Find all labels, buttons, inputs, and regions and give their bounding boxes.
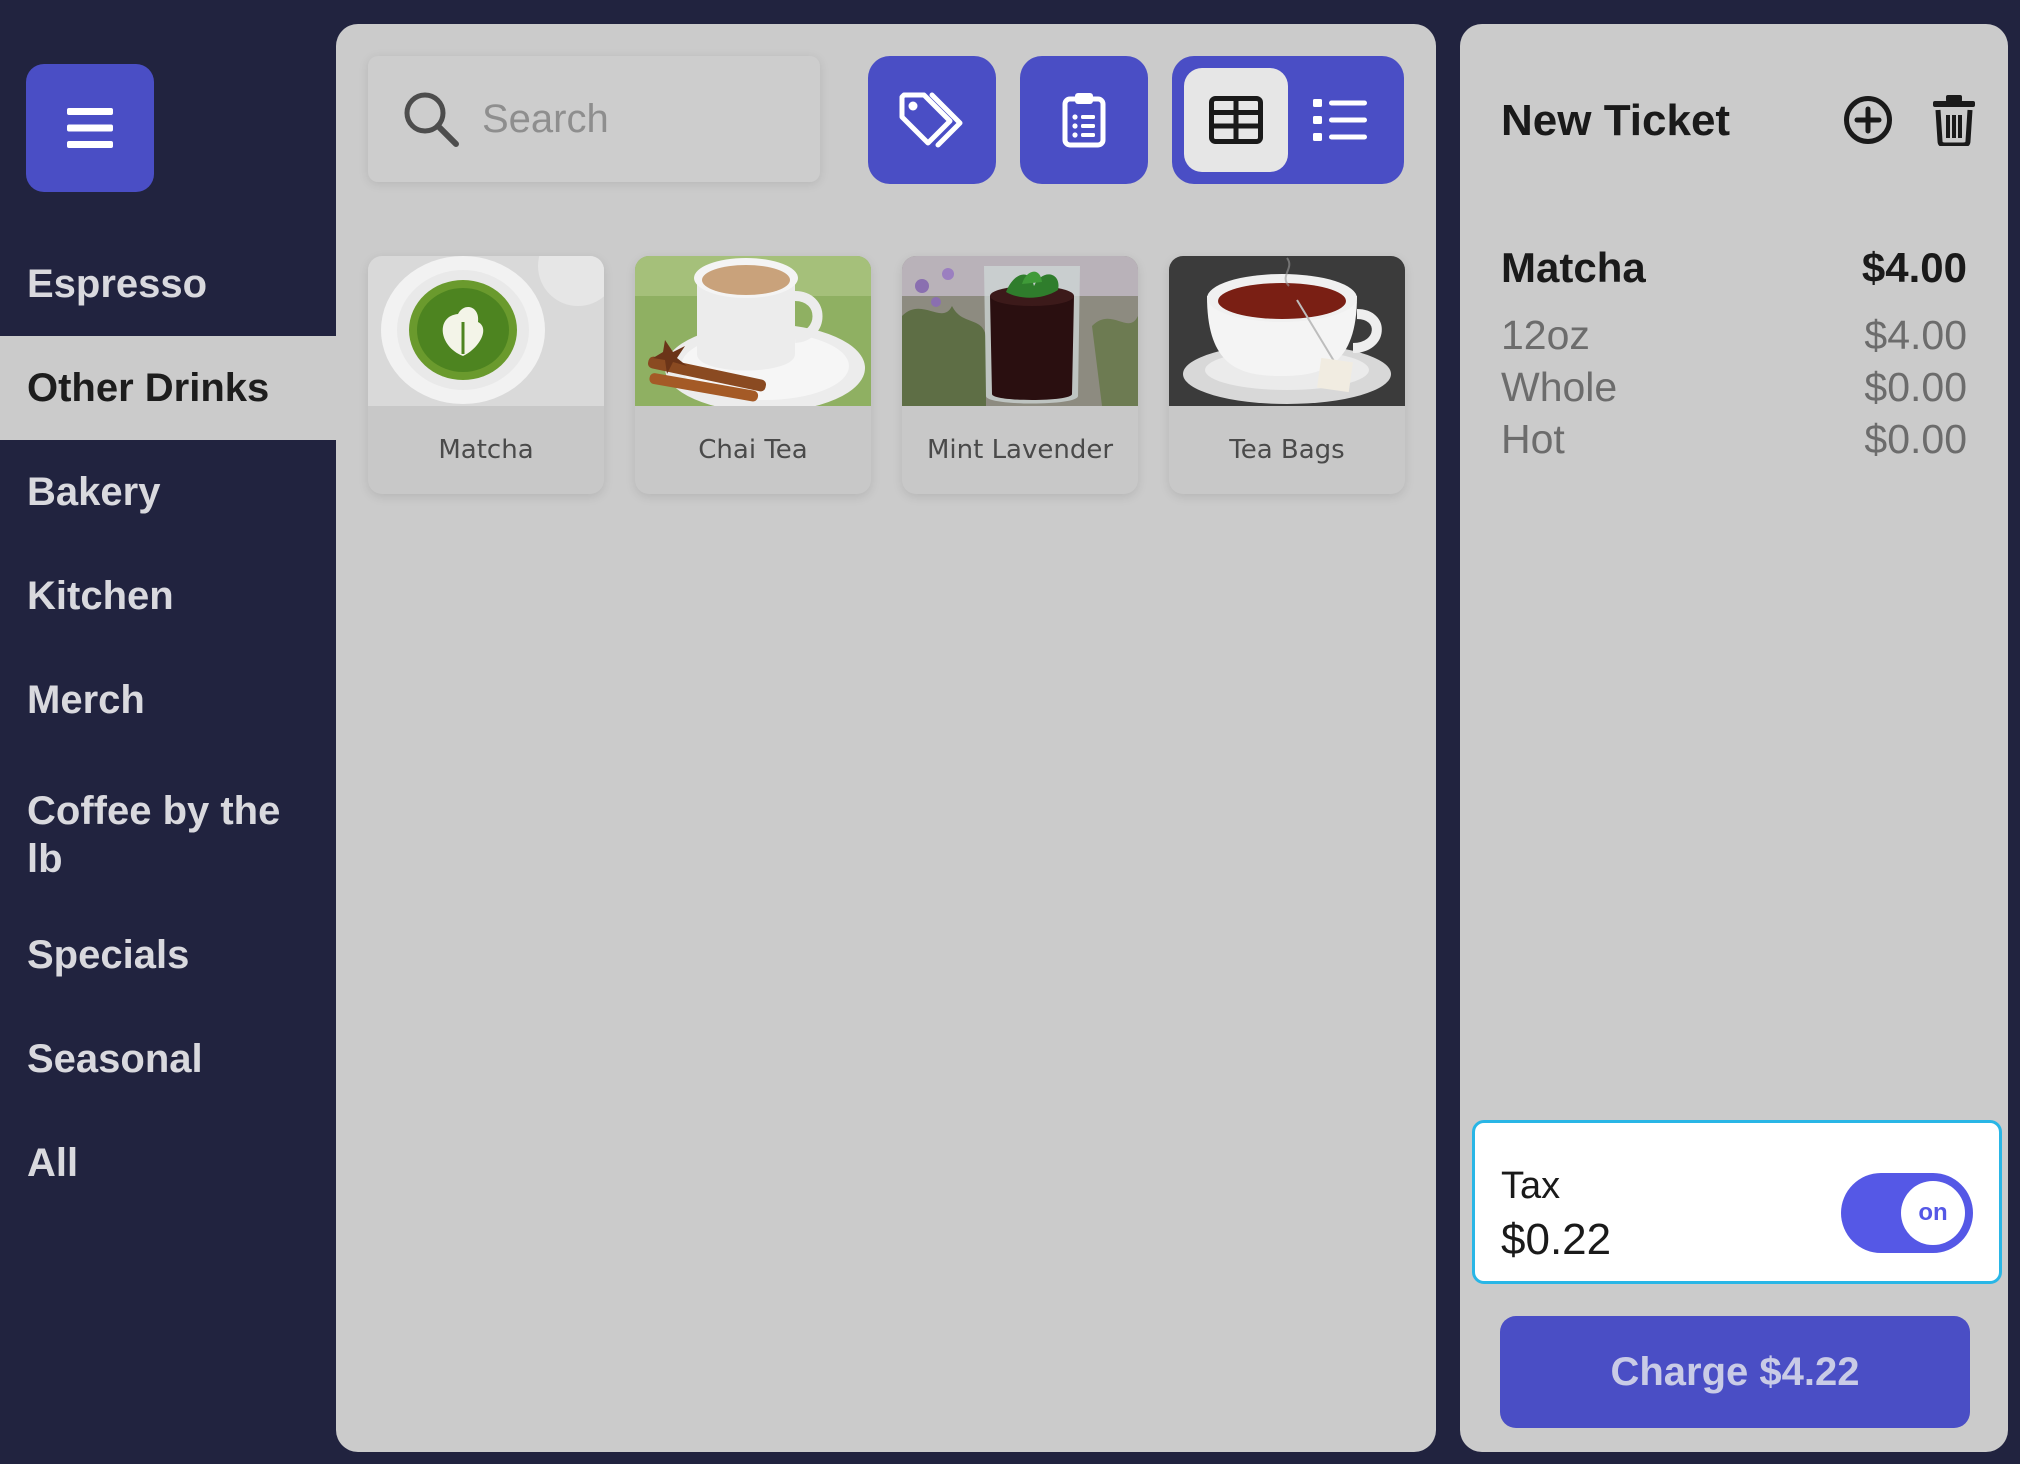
product-image-tea-bags [1169, 256, 1405, 406]
modifier-name: 12oz [1501, 312, 1590, 358]
line-item-name: Matcha [1501, 244, 1646, 291]
product-name: Mint Lavender [926, 435, 1114, 465]
clipboard-list-icon [1062, 93, 1106, 148]
modifier-price: $0.00 [1864, 364, 1967, 410]
product-card-matcha[interactable]: Matcha [368, 256, 604, 494]
category-sidebar: Espresso Other Drinks Bakery Kitchen Mer… [0, 0, 336, 1464]
modifier-row: 12oz $4.00 [1501, 312, 1967, 359]
pos-app: Espresso Other Drinks Bakery Kitchen Mer… [0, 0, 2020, 1464]
plus-circle-icon [1844, 96, 1892, 144]
product-name: Matcha [438, 435, 534, 465]
sidebar-item-other-drinks[interactable]: Other Drinks [0, 336, 336, 440]
delete-ticket-button[interactable] [1924, 90, 1984, 150]
discount-button[interactable] [868, 56, 996, 184]
tax-amount: $0.22 [1501, 1215, 1612, 1264]
product-card-chai-tea[interactable]: Chai Tea [635, 256, 871, 494]
tax-label: Tax [1501, 1165, 1561, 1207]
search-box[interactable] [368, 56, 820, 182]
product-image-mint-lavender [902, 256, 1138, 406]
product-image-matcha [368, 256, 604, 406]
product-name: Chai Tea [698, 435, 808, 465]
product-card-mint-lavender[interactable]: Mint Lavender [902, 256, 1138, 494]
trash-icon [1933, 95, 1975, 146]
sidebar-item-all[interactable]: All [0, 1111, 336, 1215]
grid-icon [1209, 96, 1263, 144]
tax-toggle-knob: on [1901, 1181, 1965, 1245]
sidebar-item-specials[interactable]: Specials [0, 903, 336, 1007]
hamburger-icon [67, 108, 113, 148]
list-view-button[interactable] [1288, 68, 1392, 172]
modifier-price: $4.00 [1864, 312, 1967, 358]
modifier-name: Hot [1501, 416, 1565, 462]
modifier-row: Hot $0.00 [1501, 416, 1967, 463]
tags-icon [899, 92, 963, 148]
add-ticket-button[interactable] [1838, 90, 1898, 150]
product-image-chai-tea [635, 256, 871, 406]
ticket-panel: New Ticket Matcha $4.00 12oz $4.00 Whole… [1460, 24, 2008, 1452]
orders-button[interactable] [1020, 56, 1148, 184]
search-icon [404, 92, 459, 147]
sidebar-item-espresso[interactable]: Espresso [0, 232, 336, 336]
search-input[interactable] [482, 96, 812, 142]
tax-toggle[interactable]: on [1841, 1173, 1973, 1253]
view-mode-toggle [1172, 56, 1404, 184]
sidebar-item-seasonal[interactable]: Seasonal [0, 1007, 336, 1111]
modifier-price: $0.00 [1864, 416, 1967, 462]
line-item-price: $4.00 [1861, 244, 1967, 291]
charge-button[interactable]: Charge $4.22 [1500, 1316, 1970, 1428]
grid-view-button[interactable] [1184, 68, 1288, 172]
sidebar-item-kitchen[interactable]: Kitchen [0, 544, 336, 648]
sidebar-item-coffee-by-the-lb[interactable]: Coffee by the lb [0, 772, 300, 898]
menu-button[interactable] [26, 64, 154, 192]
modifier-row: Whole $0.00 [1501, 364, 1967, 411]
modifier-name: Whole [1501, 364, 1618, 410]
product-name: Tea Bags [1229, 435, 1345, 465]
ticket-title: New Ticket [1501, 96, 1731, 145]
sidebar-item-bakery[interactable]: Bakery [0, 440, 336, 544]
product-panel: Matcha Chai Tea [336, 24, 1436, 1452]
list-icon [1313, 99, 1367, 141]
product-card-tea-bags[interactable]: Tea Bags [1169, 256, 1405, 494]
tax-row: Tax $0.22 on [1472, 1120, 2002, 1284]
sidebar-item-merch[interactable]: Merch [0, 648, 336, 752]
